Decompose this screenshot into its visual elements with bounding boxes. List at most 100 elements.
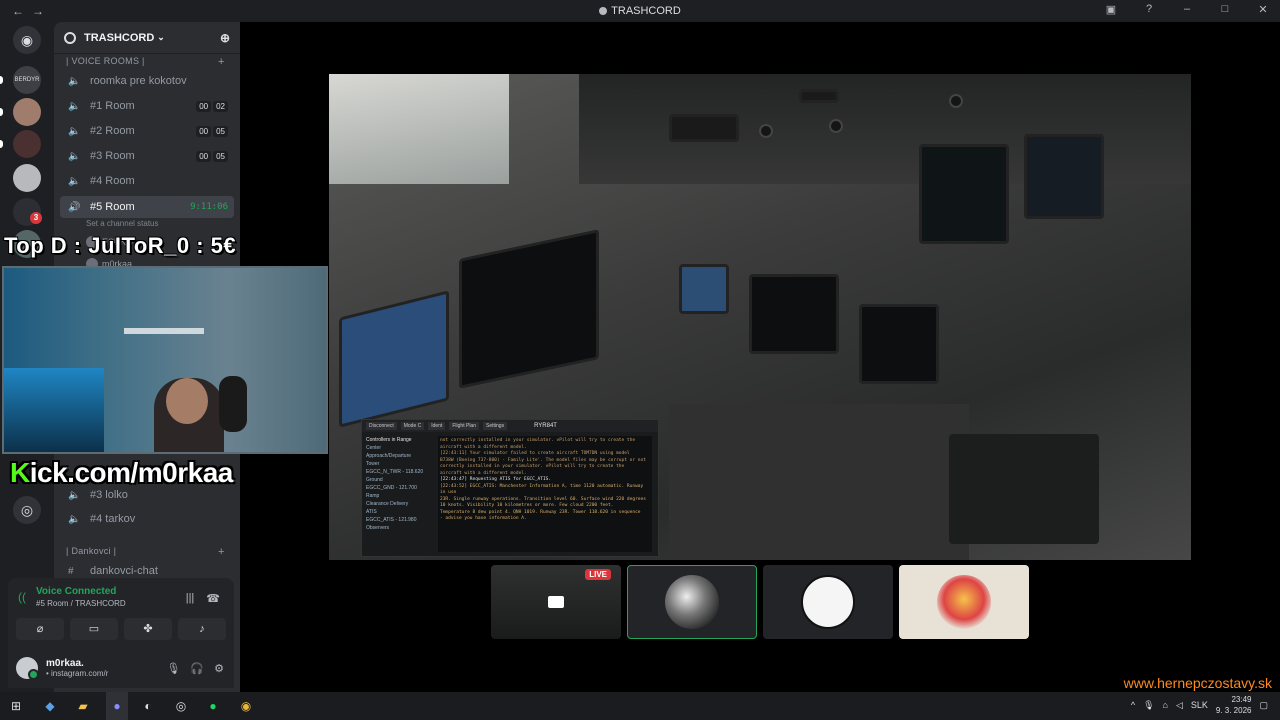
user-panel: m0rkaa. • instagram.com/r 🎙 🎧 ⚙ — [8, 648, 234, 688]
fcu-display — [669, 114, 739, 142]
spotify-icon[interactable]: ● — [205, 698, 221, 714]
channel-room-2[interactable]: 🔈 #2 Room 00 05 — [60, 120, 234, 142]
webcam-shelf — [124, 328, 204, 334]
participant-tile[interactable] — [763, 565, 893, 639]
channel-roomka[interactable]: 🔈 roomka pre kokotov — [60, 70, 234, 92]
list-item: Tower — [366, 461, 380, 467]
list-item[interactable]: EGCC_N_TWR - 118.620 — [366, 468, 432, 476]
set-channel-status[interactable]: Set a channel status — [86, 219, 159, 228]
soundboard-button[interactable]: ♪ — [178, 618, 226, 640]
inbox-icon[interactable]: ▣ — [1104, 3, 1118, 16]
add-channel-icon[interactable]: + — [218, 546, 225, 558]
file-explorer-icon[interactable]: ▰ — [75, 698, 91, 714]
vpilot-ident-button[interactable]: Ident — [428, 422, 446, 430]
window-title: TRASHCORD — [0, 5, 1280, 17]
server-icon[interactable] — [13, 164, 41, 192]
lower-ecam — [859, 304, 939, 384]
close-button[interactable]: ✕ — [1256, 3, 1270, 16]
controllers-tab[interactable]: Controllers in Range — [366, 436, 432, 444]
fcu-knob — [759, 124, 773, 138]
server-icon[interactable] — [13, 130, 41, 158]
discover-icon[interactable]: ◎ — [13, 496, 41, 524]
volume-icon[interactable]: ◁ — [1176, 700, 1183, 711]
voice-controls: ||| ☎ — [186, 592, 220, 605]
unread-pill — [0, 140, 3, 148]
headphones-icon[interactable]: 🎧 — [190, 662, 204, 675]
list-item: Ramp — [366, 493, 380, 499]
vpilot-settings-button[interactable]: Settings — [483, 422, 508, 430]
minimize-button[interactable]: – — [1180, 3, 1194, 16]
disconnect-icon[interactable]: ☎ — [206, 592, 220, 605]
vpilot-flightplan-button[interactable]: Flight Plan — [449, 422, 479, 430]
discord-taskbar-icon[interactable]: ● — [109, 698, 125, 714]
channel-room-5-active[interactable]: 🔊 #5 Room 9:11:06 — [60, 196, 234, 218]
title-bar: ←→ TRASHCORD ▣ ? – □ ✕ — [0, 0, 1280, 22]
category-voice-rooms[interactable]: | VOICE ROOMS | + — [66, 56, 224, 68]
widgets-icon[interactable]: ◆ — [42, 698, 58, 714]
message-line: - advise you have information A. — [440, 516, 527, 521]
microphone-icon[interactable]: 🎙 — [166, 662, 180, 675]
start-icon[interactable]: ⊞ — [8, 698, 24, 714]
help-icon[interactable]: ? — [1142, 3, 1156, 16]
voice-status[interactable]: Voice Connected — [36, 586, 126, 597]
screen-share-icon — [548, 596, 564, 608]
participant-tile-stream[interactable]: LIVE — [491, 565, 621, 639]
speaker-icon: 🔈 — [68, 100, 81, 112]
list-item[interactable]: EGCC_GND - 121.700 — [366, 484, 432, 492]
unread-pill — [0, 108, 3, 116]
speaker-icon: 🔈 — [68, 150, 81, 162]
activities-button[interactable]: ✤ — [124, 618, 172, 640]
channel-tarkov[interactable]: 🔈 #4 tarkov — [60, 508, 234, 530]
server-icon-berdyr[interactable]: BERDYR — [13, 66, 41, 94]
list-item[interactable]: EGCC_ATIS - 121.980 — [366, 516, 432, 524]
voice-panel: (( Voice Connected #5 Room / TRASHCORD |… — [8, 578, 234, 648]
server-gear-icon — [64, 31, 76, 44]
language-indicator[interactable]: SLK — [1191, 700, 1208, 710]
user-avatar[interactable] — [16, 657, 39, 680]
tray-chevron-icon[interactable]: ^ — [1131, 700, 1135, 710]
obs-icon[interactable]: ◎ — [173, 698, 189, 714]
clock[interactable]: 23:49 9. 3. 2026 — [1216, 694, 1252, 716]
mention-badge: 3 — [30, 212, 42, 224]
channel-room-3[interactable]: 🔈 #3 Room 00 05 — [60, 145, 234, 167]
vpilot-modec-button[interactable]: Mode C — [400, 422, 425, 430]
add-member-icon[interactable]: ⊕ — [220, 31, 230, 45]
user-info[interactable]: m0rkaa. • instagram.com/r — [46, 658, 108, 678]
vpilot-disconnect-button[interactable]: Disconnect — [366, 422, 397, 430]
channel-room-4[interactable]: 🔈 #4 Room — [60, 170, 234, 192]
stream-view[interactable]: Disconnect Mode C Ident Flight Plan Sett… — [329, 74, 1191, 560]
mcdu-keypad — [949, 434, 1099, 544]
fcu-knob — [949, 94, 963, 108]
chrome-icon[interactable]: ◉ — [238, 698, 254, 714]
settings-gear-icon[interactable]: ⚙ — [214, 662, 224, 675]
upper-ecam — [749, 274, 839, 354]
hashtag-icon: # — [68, 565, 74, 577]
channel-room-1[interactable]: 🔈 #1 Room 00 02 — [60, 95, 234, 117]
voice-channel-name[interactable]: #5 Room / TRASHCORD — [36, 599, 126, 608]
network-icon[interactable]: ⌂ — [1163, 700, 1168, 710]
participant-tile[interactable] — [899, 565, 1029, 639]
screen-share-button[interactable]: ▭ — [70, 618, 118, 640]
category-dankovci[interactable]: | Dankovci | + — [66, 546, 224, 558]
server-icon[interactable] — [13, 98, 41, 126]
maximize-button[interactable]: □ — [1218, 3, 1232, 16]
signal-icon[interactable]: (( — [18, 590, 26, 604]
camera-off-button[interactable]: ⌀ — [16, 618, 64, 640]
window-controls: ▣ ? – □ ✕ — [1104, 3, 1270, 16]
message-line: correctly installed in your simulator. v… — [440, 464, 625, 469]
add-channel-icon[interactable]: + — [218, 56, 225, 68]
vpilot-window[interactable]: Disconnect Mode C Ident Flight Plan Sett… — [361, 419, 659, 557]
avatar — [801, 575, 855, 629]
noise-suppression-icon[interactable]: ||| — [186, 592, 195, 605]
mic-tray-icon[interactable]: 🎙 — [1143, 700, 1154, 711]
server-header[interactable]: TRASHCORD ⌄ ⊕ — [54, 22, 240, 54]
unread-pill — [0, 76, 3, 84]
participant-tile-selected[interactable] — [627, 565, 757, 639]
user-count: 00 05 — [196, 125, 228, 137]
message-line: not correctly installed in your simulato… — [440, 438, 636, 443]
steam-icon[interactable]: ◐ — [140, 698, 156, 714]
app-logo-icon — [599, 7, 608, 15]
fcu-display — [799, 89, 839, 103]
notifications-icon[interactable]: ▢ — [1259, 700, 1268, 711]
discord-home-icon[interactable]: ◉ — [13, 26, 41, 54]
